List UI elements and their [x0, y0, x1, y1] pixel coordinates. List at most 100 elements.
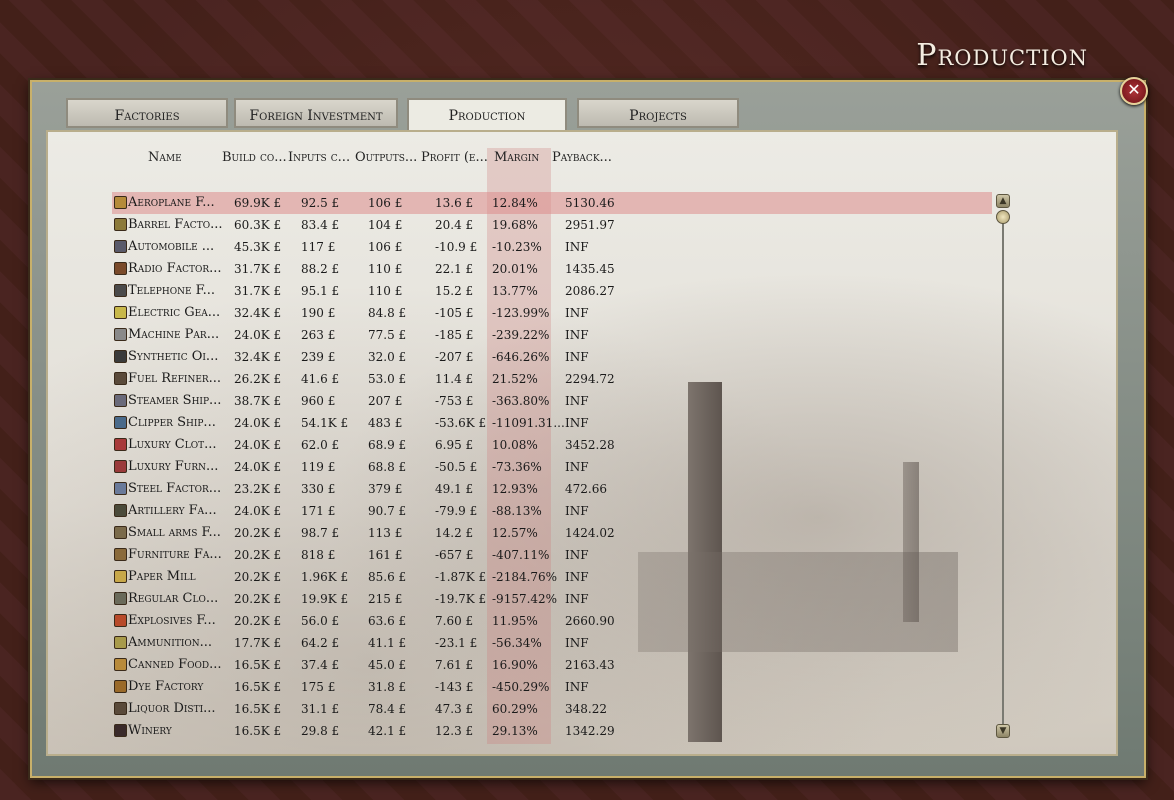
cell-profit: 11.4 £ — [435, 372, 474, 386]
cell-payback: 5130.46 — [565, 196, 615, 210]
table-row[interactable]: Liquor Disti... 16.5K £ 31.1 £ 78.4 £ 47.3 £… — [112, 698, 992, 720]
scroll-down-button[interactable]: ▼ — [996, 724, 1010, 738]
factory-icon — [114, 284, 127, 297]
scroll-thumb[interactable] — [996, 210, 1010, 224]
cell-payback: 2660.90 — [565, 614, 615, 628]
table-row[interactable]: Luxury Furn... 24.0K £ 119 £ 68.8 £ -50.5 £ -… — [112, 456, 992, 478]
table-row[interactable]: Radio Factor... 31.7K £ 88.2 £ 110 £ 22.1 £ 2… — [112, 258, 992, 280]
cell-profit: 20.4 £ — [435, 218, 474, 232]
cell-inputs-cost: 83.4 £ — [301, 218, 340, 232]
table-row[interactable]: Aeroplane F... 69.9K £ 92.5 £ 106 £ 13.6 £ 12… — [112, 192, 992, 214]
cell-margin: -239.22% — [492, 328, 550, 342]
table-row[interactable]: Synthetic Oi... 32.4K £ 239 £ 32.0 £ -207 £ -… — [112, 346, 992, 368]
cell-name: Clipper Ship... — [128, 415, 216, 430]
cell-name: Automobile ... — [128, 239, 215, 254]
cell-outputs: 106 £ — [368, 196, 403, 210]
column-header-margin[interactable]: Margin — [494, 150, 539, 165]
column-header-outputs[interactable]: Outputs... — [355, 150, 417, 165]
table-row[interactable]: Fuel Refiner... 26.2K £ 41.6 £ 53.0 £ 11.4 £… — [112, 368, 992, 390]
cell-name: Furniture Fa... — [128, 547, 222, 562]
cell-build-cost: 31.7K £ — [234, 284, 282, 298]
table-row[interactable]: Steel Factor... 23.2K £ 330 £ 379 £ 49.1 £ 12… — [112, 478, 992, 500]
cell-profit: -19.7K £ — [435, 592, 487, 606]
factory-icon — [114, 262, 127, 275]
table-row[interactable]: Explosives F... 20.2K £ 56.0 £ 63.6 £ 7.60 £… — [112, 610, 992, 632]
tab-label: Production — [448, 108, 526, 124]
factory-icon — [114, 702, 127, 715]
cell-profit: 7.60 £ — [435, 614, 474, 628]
cell-inputs-cost: 263 £ — [301, 328, 336, 342]
table-row[interactable]: Clipper Ship... 24.0K £ 54.1K £ 483 £ -53.6K… — [112, 412, 992, 434]
cell-profit: -23.1 £ — [435, 636, 478, 650]
cell-payback: 2163.43 — [565, 658, 615, 672]
cell-build-cost: 20.2K £ — [234, 570, 282, 584]
factory-icon — [114, 526, 127, 539]
close-button[interactable]: ✕ — [1120, 77, 1148, 105]
cell-outputs: 85.6 £ — [368, 570, 407, 584]
table-row[interactable]: Paper Mill 20.2K £ 1.96K £ 85.6 £ -1.87K £ -2… — [112, 566, 992, 588]
cell-build-cost: 38.7K £ — [234, 394, 282, 408]
factory-icon — [114, 570, 127, 583]
table-row[interactable]: Barrel Facto... 60.3K £ 83.4 £ 104 £ 20.4 £ 1… — [112, 214, 992, 236]
cell-payback: INF — [565, 592, 589, 606]
cell-build-cost: 20.2K £ — [234, 548, 282, 562]
cell-outputs: 90.7 £ — [368, 504, 407, 518]
cell-build-cost: 69.9K £ — [234, 196, 282, 210]
cell-payback: INF — [565, 394, 589, 408]
table-row[interactable]: Small arms F... 20.2K £ 98.7 £ 113 £ 14.2 £ 1… — [112, 522, 992, 544]
scroll-up-button[interactable]: ▲ — [996, 194, 1010, 208]
cell-payback: INF — [565, 328, 589, 342]
cell-name: Barrel Facto... — [128, 217, 223, 232]
tab-label: Factories — [114, 108, 180, 124]
column-header-name[interactable]: Name — [148, 150, 182, 165]
factory-icon — [114, 394, 127, 407]
column-header-profit[interactable]: Profit (e... — [421, 150, 488, 165]
cell-margin: -11091.31... — [492, 416, 565, 430]
cell-profit: -207 £ — [435, 350, 474, 364]
tab-foreign-investment[interactable]: Foreign Investment — [234, 98, 398, 128]
cell-build-cost: 24.0K £ — [234, 504, 282, 518]
cell-profit: -185 £ — [435, 328, 474, 342]
column-header-inputs-cost[interactable]: Inputs c... — [288, 150, 350, 165]
cell-name: Liquor Disti... — [128, 701, 216, 716]
cell-name: Dye Factory — [128, 679, 204, 694]
cell-payback: 3452.28 — [565, 438, 615, 452]
chevron-up-icon: ▲ — [999, 196, 1007, 206]
table-row[interactable]: Artillery Fa... 24.0K £ 171 £ 90.7 £ -79.9 £… — [112, 500, 992, 522]
column-header-build-cost[interactable]: Build co... — [222, 150, 287, 165]
cell-profit: 7.61 £ — [435, 658, 474, 672]
cell-payback: INF — [565, 680, 589, 694]
table-row[interactable]: Electric Gea... 32.4K £ 190 £ 84.8 £ -105 £ -… — [112, 302, 992, 324]
scroll-track[interactable] — [1002, 212, 1004, 724]
table-row[interactable]: Machine Par... 24.0K £ 263 £ 77.5 £ -185 £ -2… — [112, 324, 992, 346]
cell-name: Radio Factor... — [128, 261, 222, 276]
tab-projects[interactable]: Projects — [577, 98, 739, 128]
table-row[interactable]: Automobile ... 45.3K £ 117 £ 106 £ -10.9 £ -1… — [112, 236, 992, 258]
table-row[interactable]: Winery 16.5K £ 29.8 £ 42.1 £ 12.3 £ 29.13% 134… — [112, 720, 992, 742]
cell-inputs-cost: 119 £ — [301, 460, 336, 474]
cell-payback: INF — [565, 570, 589, 584]
tab-production[interactable]: Production — [407, 98, 567, 132]
table-row[interactable]: Ammunition... 17.7K £ 64.2 £ 41.1 £ -23.1 £ -… — [112, 632, 992, 654]
cell-outputs: 78.4 £ — [368, 702, 407, 716]
column-header-payback[interactable]: Payback... — [552, 150, 612, 165]
table-row[interactable]: Luxury Clot... 24.0K £ 62.0 £ 68.9 £ 6.95 £ 1… — [112, 434, 992, 456]
table-row[interactable]: Dye Factory 16.5K £ 175 £ 31.8 £ -143 £ -450.… — [112, 676, 992, 698]
cell-name: Small arms F... — [128, 525, 221, 540]
tab-label: Projects — [629, 108, 687, 124]
table-row[interactable]: Canned Food... 16.5K £ 37.4 £ 45.0 £ 7.61 £ 1… — [112, 654, 992, 676]
table-row[interactable]: Telephone F... 31.7K £ 95.1 £ 110 £ 15.2 £ 13… — [112, 280, 992, 302]
cell-payback: INF — [565, 548, 589, 562]
factory-icon — [114, 658, 127, 671]
scrollbar[interactable]: ▲ ▼ — [996, 194, 1010, 742]
cell-inputs-cost: 64.2 £ — [301, 636, 340, 650]
table-row[interactable]: Furniture Fa... 20.2K £ 818 £ 161 £ -657 £ -4… — [112, 544, 992, 566]
tab-factories[interactable]: Factories — [66, 98, 228, 128]
table-row[interactable]: Regular Clo... 20.2K £ 19.9K £ 215 £ -19.7K … — [112, 588, 992, 610]
table-row[interactable]: Steamer Ship... 38.7K £ 960 £ 207 £ -753 £ -3… — [112, 390, 992, 412]
cell-margin: -363.80% — [492, 394, 550, 408]
cell-outputs: 32.0 £ — [368, 350, 407, 364]
factory-icon — [114, 306, 127, 319]
cell-build-cost: 60.3K £ — [234, 218, 282, 232]
cell-build-cost: 20.2K £ — [234, 592, 282, 606]
